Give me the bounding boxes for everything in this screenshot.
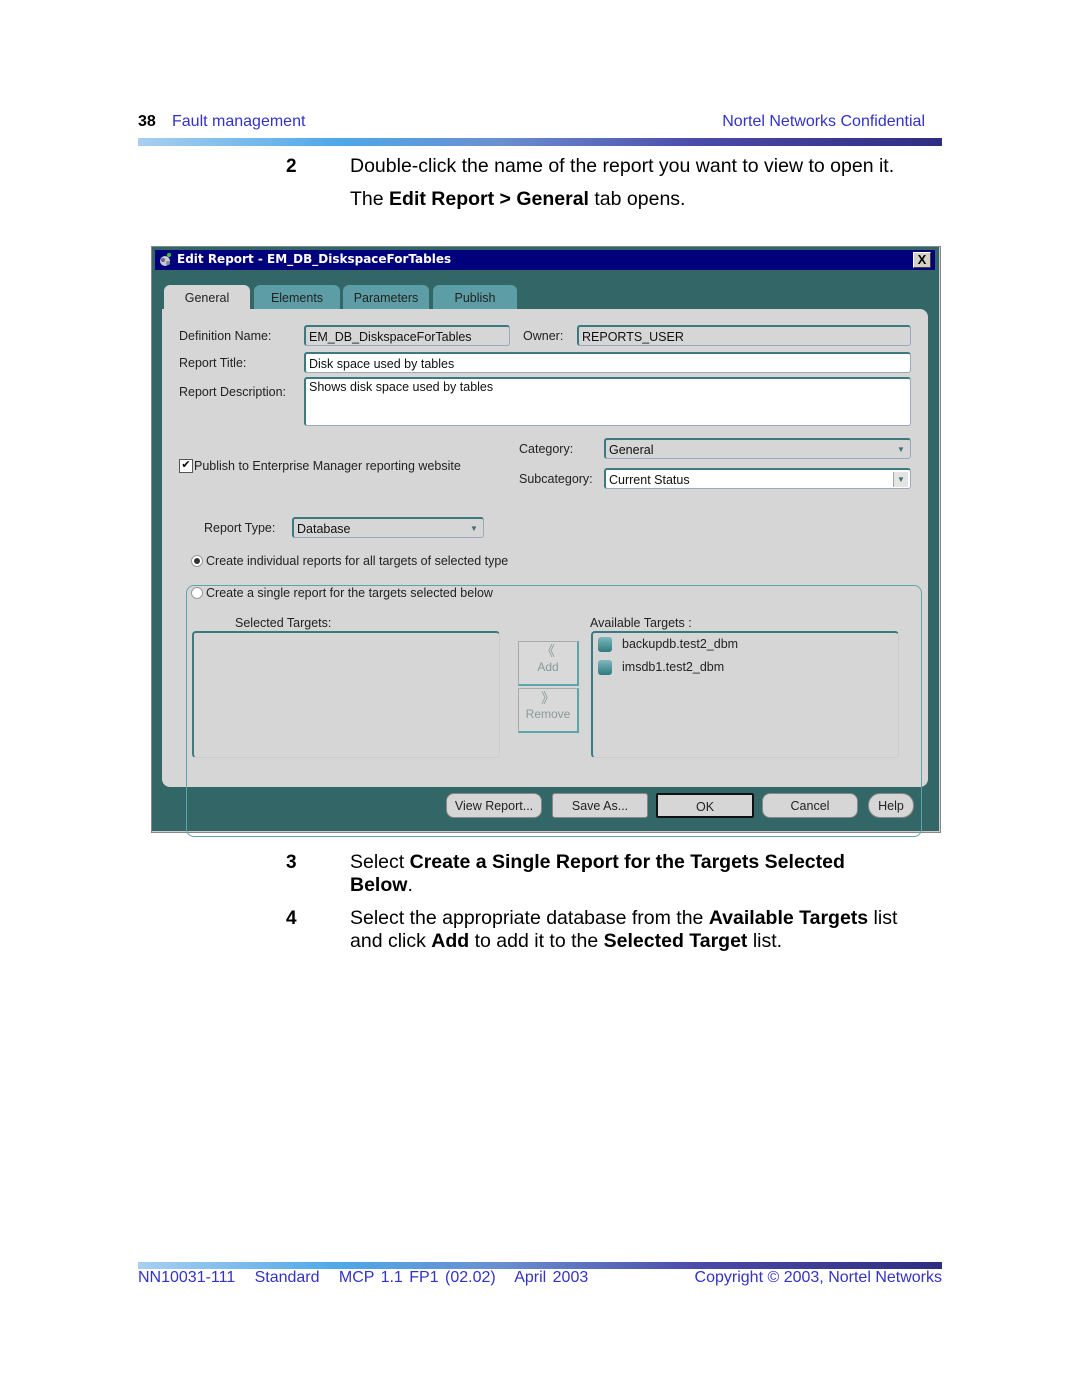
footer-doc-info: NN10031-111 Standard MCP 1.1 FP1 (02.02)…	[138, 1269, 589, 1286]
footer-copyright: Copyright © 2003, Nortel Networks	[694, 1269, 942, 1286]
subcategory-value: Current Status	[609, 473, 690, 487]
tab-elements[interactable]: Elements	[254, 285, 340, 309]
emphasis: Available Targets	[708, 907, 869, 929]
emphasis: Selected Target	[603, 930, 748, 952]
step-4-text: Select the appropriate database from the…	[350, 907, 950, 953]
target-name: backupdb.test2_dbm	[622, 637, 739, 651]
text: The	[350, 188, 390, 210]
cancel-button[interactable]: Cancel	[762, 793, 858, 818]
dialog-titlebar[interactable]: Edit Report - EM_DB_DiskspaceForTables X	[155, 250, 935, 270]
radio-single-report[interactable]	[191, 587, 203, 599]
available-targets-label: Available Targets :	[590, 616, 692, 630]
database-icon	[598, 637, 612, 652]
definition-name-label: Definition Name:	[179, 329, 272, 343]
category-label: Category:	[519, 442, 574, 456]
remove-button[interactable]: 》 Remove	[518, 688, 579, 733]
footer-gradient-bar	[138, 1262, 942, 1269]
tab-publish[interactable]: Publish	[433, 285, 517, 309]
close-button[interactable]: X	[913, 252, 931, 268]
add-button[interactable]: 《 Add	[518, 641, 579, 686]
edit-report-dialog: Edit Report - EM_DB_DiskspaceForTables X…	[151, 246, 941, 837]
general-tab-panel: Definition Name: EM_DB_DiskspaceForTable…	[162, 309, 928, 837]
save-as-button[interactable]: Save As...	[552, 793, 648, 818]
radio-single-label: Create a single report for the targets s…	[206, 586, 493, 600]
database-icon	[598, 660, 612, 675]
step-number-4: 4	[286, 908, 297, 929]
ok-button[interactable]: OK	[656, 793, 754, 818]
add-label: Add	[537, 660, 559, 674]
help-button[interactable]: Help	[868, 793, 914, 818]
available-targets-list[interactable]: backupdb.test2_dbm imsdb1.test2_dbm	[591, 631, 899, 758]
text: tab opens.	[588, 188, 686, 210]
tab-parameters[interactable]: Parameters	[343, 285, 429, 309]
target-name: imsdb1.test2_dbm	[622, 660, 725, 674]
text: Select	[350, 851, 410, 873]
chevron-down-icon: ▼	[893, 472, 908, 487]
step-2-text: Double-click the name of the report you …	[350, 155, 895, 177]
confidential-label: Nortel Networks Confidential	[722, 113, 925, 130]
text: to add it to the	[469, 930, 604, 952]
header-gradient-bar	[138, 138, 942, 146]
emphasis: Create a Single Report for the Targets S…	[409, 851, 845, 873]
selected-targets-label: Selected Targets:	[235, 616, 332, 630]
report-type-label: Report Type:	[204, 521, 276, 535]
selected-targets-list[interactable]	[192, 631, 500, 758]
view-report-button[interactable]: View Report...	[446, 793, 542, 818]
report-description-label: Report Description:	[179, 385, 286, 399]
report-title-input[interactable]: Disk space used by tables	[304, 352, 911, 373]
report-type-value: Database	[297, 522, 351, 536]
report-description-textarea[interactable]: Shows disk space used by tables	[304, 377, 911, 426]
text: and click	[350, 930, 432, 952]
report-title-label: Report Title:	[179, 356, 247, 370]
category-value: General	[609, 443, 654, 457]
definition-name-field: EM_DB_DiskspaceForTables	[304, 325, 510, 346]
chevron-right-icon: 》	[541, 690, 555, 706]
step-number-2: 2	[286, 156, 297, 177]
step-number-3: 3	[286, 852, 297, 873]
text: .	[407, 874, 413, 896]
section-title: Fault management	[172, 113, 306, 130]
emphasis: Edit Report > General	[389, 188, 589, 210]
step-3-text: Select Create a Single Report for the Ta…	[350, 851, 940, 897]
text: Select the appropriate database from the	[350, 907, 709, 929]
radio-individual-label: Create individual reports for all target…	[206, 554, 509, 568]
owner-field: REPORTS_USER	[577, 325, 911, 346]
subcategory-select[interactable]: Current Status ▼	[604, 468, 911, 489]
chevron-down-icon: ▼	[897, 445, 905, 454]
owner-label: Owner:	[523, 329, 564, 343]
chevron-left-icon: 《	[541, 643, 555, 659]
publish-checkbox-label: Publish to Enterprise Manager reporting …	[194, 459, 461, 473]
radio-individual-reports[interactable]	[191, 555, 203, 567]
app-icon	[160, 253, 171, 266]
chevron-down-icon: ▼	[470, 524, 478, 533]
remove-label: Remove	[525, 707, 571, 721]
dialog-title: Edit Report - EM_DB_DiskspaceForTables	[177, 252, 452, 266]
subcategory-label: Subcategory:	[519, 472, 593, 486]
text: list.	[747, 930, 783, 952]
category-select[interactable]: General ▼	[604, 438, 911, 459]
step-2-result: The Edit Report > General tab opens.	[350, 188, 685, 211]
tab-general[interactable]: General	[164, 285, 250, 311]
publish-checkbox[interactable]: ✔	[179, 459, 193, 473]
page-number: 38	[138, 113, 156, 130]
groupbox-label-mask	[484, 514, 492, 528]
text: list	[868, 907, 898, 929]
report-type-select[interactable]: Database ▼	[292, 517, 484, 538]
emphasis: Add	[431, 930, 470, 952]
emphasis: Below	[350, 874, 408, 896]
